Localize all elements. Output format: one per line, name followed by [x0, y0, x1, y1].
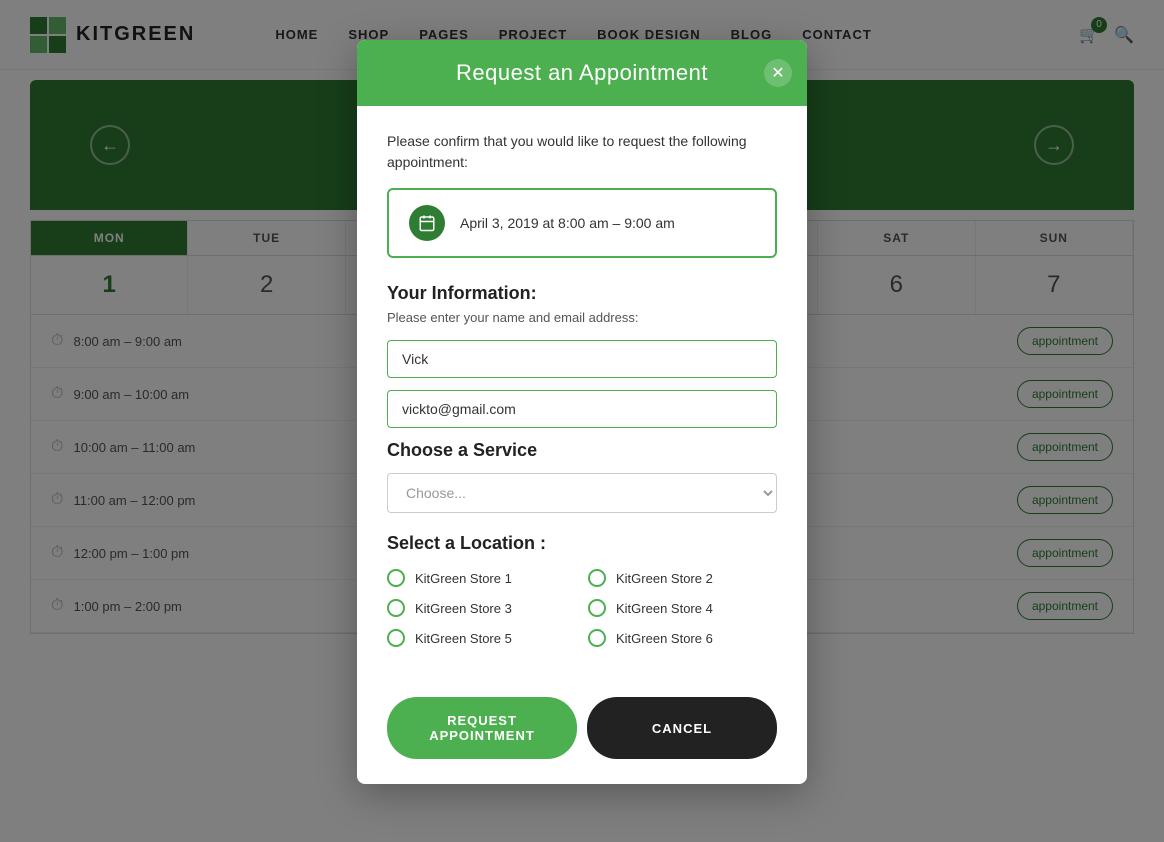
- modal-close-button[interactable]: ✕: [764, 59, 792, 87]
- email-input[interactable]: [387, 390, 777, 428]
- modal-header: Request an Appointment ✕: [357, 40, 807, 106]
- location-label-5: KitGreen Store 5: [415, 631, 512, 646]
- location-label-1: KitGreen Store 1: [415, 571, 512, 586]
- location-1[interactable]: KitGreen Store 1: [387, 569, 576, 587]
- appointment-modal: Request an Appointment ✕ Please confirm …: [357, 40, 807, 784]
- radio-circle-2: [588, 569, 606, 587]
- location-title: Select a Location :: [387, 533, 777, 554]
- location-4[interactable]: KitGreen Store 4: [588, 599, 777, 617]
- appointment-time: April 3, 2019 at 8:00 am – 9:00 am: [460, 215, 675, 231]
- modal-body: Please confirm that you would like to re…: [357, 106, 807, 697]
- name-input[interactable]: [387, 340, 777, 378]
- location-label-4: KitGreen Store 4: [616, 601, 713, 616]
- radio-circle-6: [588, 629, 606, 647]
- location-grid: KitGreen Store 1 KitGreen Store 2 KitGre…: [387, 569, 777, 647]
- location-label-6: KitGreen Store 6: [616, 631, 713, 646]
- your-info-title: Your Information:: [387, 283, 777, 304]
- location-6[interactable]: KitGreen Store 6: [588, 629, 777, 647]
- service-select[interactable]: Choose... Service 1 Service 2 Service 3: [387, 473, 777, 513]
- radio-circle-4: [588, 599, 606, 617]
- location-2[interactable]: KitGreen Store 2: [588, 569, 777, 587]
- location-label-2: KitGreen Store 2: [616, 571, 713, 586]
- modal-title: Request an Appointment: [456, 60, 708, 86]
- appointment-datetime-box: April 3, 2019 at 8:00 am – 9:00 am: [387, 188, 777, 258]
- request-appointment-button[interactable]: REQUEST APPOINTMENT: [387, 697, 577, 759]
- modal-overlay: Request an Appointment ✕ Please confirm …: [0, 0, 1164, 842]
- location-3[interactable]: KitGreen Store 3: [387, 599, 576, 617]
- location-label-3: KitGreen Store 3: [415, 601, 512, 616]
- radio-circle-1: [387, 569, 405, 587]
- radio-circle-5: [387, 629, 405, 647]
- location-5[interactable]: KitGreen Store 5: [387, 629, 576, 647]
- modal-footer: REQUEST APPOINTMENT CANCEL: [357, 697, 807, 784]
- radio-circle-3: [387, 599, 405, 617]
- confirm-text: Please confirm that you would like to re…: [387, 131, 777, 173]
- cancel-button[interactable]: CANCEL: [587, 697, 777, 759]
- calendar-icon: [409, 205, 445, 241]
- your-info-sub: Please enter your name and email address…: [387, 310, 777, 325]
- service-title: Choose a Service: [387, 440, 777, 461]
